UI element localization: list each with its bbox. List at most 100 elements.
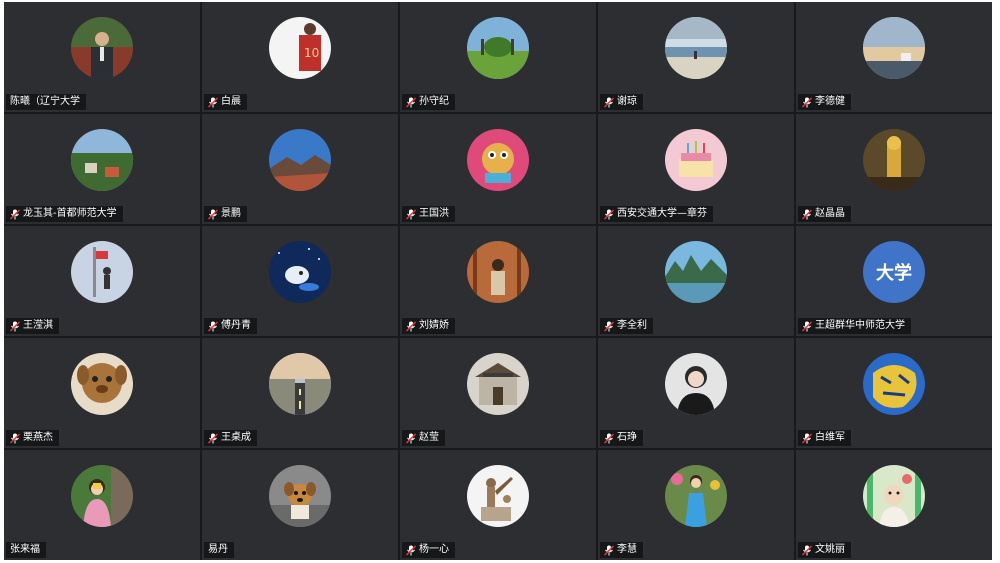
participant-tile[interactable]: 景鹏 [202, 114, 398, 224]
avatar [665, 17, 727, 79]
participant-tile[interactable]: 白维军 [796, 338, 992, 448]
participant-tile[interactable]: 孙守纪 [400, 2, 596, 112]
muted-mic-icon [10, 320, 20, 332]
participant-name-tag: 杨一心 [402, 542, 455, 558]
participant-tile[interactable]: 王国洪 [400, 114, 596, 224]
participant-name: 王滢淇 [23, 320, 53, 331]
participant-tile[interactable]: 文姚丽 [796, 450, 992, 560]
participant-name-tag: 景鹏 [204, 206, 247, 222]
participant-name-tag: 易丹 [204, 542, 234, 558]
muted-mic-icon [10, 432, 20, 444]
participant-name: 白维军 [815, 432, 845, 443]
muted-mic-icon [802, 96, 812, 108]
avatar [269, 241, 331, 303]
avatar [863, 465, 925, 527]
participant-gallery: 陈曦（辽宁大学 10 白晨 孙守纪 谢琼 李德健 龙玉其-首都师范大学 景鹏 王… [4, 2, 992, 560]
avatar [71, 353, 133, 415]
participant-name: 赵莹 [419, 432, 439, 443]
participant-tile[interactable]: 易丹 [202, 450, 398, 560]
participant-name-tag: 王超群华中师范大学 [798, 318, 911, 334]
participant-name: 谢琼 [617, 96, 637, 107]
avatar [467, 241, 529, 303]
participant-tile[interactable]: 王桌成 [202, 338, 398, 448]
avatar [269, 129, 331, 191]
participant-name-tag: 龙玉其-首都师范大学 [6, 206, 123, 222]
muted-mic-icon [10, 208, 20, 220]
muted-mic-icon [802, 320, 812, 332]
participant-name: 西安交通大学—章芬 [617, 208, 707, 219]
participant-name: 王国洪 [419, 208, 449, 219]
participant-name-tag: 傅丹青 [204, 318, 257, 334]
participant-name: 王桌成 [221, 432, 251, 443]
participant-name: 刘婧娇 [419, 320, 449, 331]
participant-name: 孙守纪 [419, 96, 449, 107]
participant-name: 杨一心 [419, 544, 449, 555]
participant-name-tag: 李德健 [798, 94, 851, 110]
participant-name-tag: 李慧 [600, 542, 643, 558]
participant-tile[interactable]: 傅丹青 [202, 226, 398, 336]
muted-mic-icon [802, 432, 812, 444]
participant-tile[interactable]: 大学 王超群华中师范大学 [796, 226, 992, 336]
avatar [467, 129, 529, 191]
participant-tile[interactable]: 龙玉其-首都师范大学 [4, 114, 200, 224]
participant-name-tag: 王国洪 [402, 206, 455, 222]
avatar [71, 17, 133, 79]
participant-tile[interactable]: 谢琼 [598, 2, 794, 112]
muted-mic-icon [208, 208, 218, 220]
avatar [467, 465, 529, 527]
participant-name-tag: 谢琼 [600, 94, 643, 110]
participant-name: 龙玉其-首都师范大学 [23, 208, 117, 219]
participant-name: 栗燕杰 [23, 432, 53, 443]
participant-name: 傅丹青 [221, 320, 251, 331]
participant-name-tag: 文姚丽 [798, 542, 851, 558]
muted-mic-icon [604, 96, 614, 108]
text-avatar: 大学 [863, 241, 925, 303]
participant-tile[interactable]: 赵晶晶 [796, 114, 992, 224]
muted-mic-icon [406, 208, 416, 220]
participant-tile[interactable]: 杨一心 [400, 450, 596, 560]
muted-mic-icon [604, 320, 614, 332]
participant-name-tag: 白晨 [204, 94, 247, 110]
participant-tile[interactable]: 赵莹 [400, 338, 596, 448]
muted-mic-icon [208, 432, 218, 444]
avatar [71, 129, 133, 191]
avatar [665, 241, 727, 303]
participant-tile[interactable]: 李德健 [796, 2, 992, 112]
participant-tile[interactable]: 栗燕杰 [4, 338, 200, 448]
participant-name: 石琤 [617, 432, 637, 443]
participant-tile[interactable]: 李全利 [598, 226, 794, 336]
avatar [467, 17, 529, 79]
participant-name-tag: 石琤 [600, 430, 643, 446]
participant-name: 张来福 [10, 544, 40, 555]
participant-tile[interactable]: 西安交通大学—章芬 [598, 114, 794, 224]
participant-name: 王超群华中师范大学 [815, 320, 905, 331]
participant-name: 文姚丽 [815, 544, 845, 555]
muted-mic-icon [406, 96, 416, 108]
avatar: 大学 [863, 241, 925, 303]
participant-name: 李德健 [815, 96, 845, 107]
participant-name: 李全利 [617, 320, 647, 331]
participant-tile[interactable]: 刘婧娇 [400, 226, 596, 336]
muted-mic-icon [406, 432, 416, 444]
avatar: 10 [269, 17, 331, 79]
participant-tile[interactable]: 王滢淇 [4, 226, 200, 336]
participant-tile[interactable]: 李慧 [598, 450, 794, 560]
avatar [467, 353, 529, 415]
participant-name: 易丹 [208, 544, 228, 555]
participant-name-tag: 白维军 [798, 430, 851, 446]
participant-name-tag: 刘婧娇 [402, 318, 455, 334]
participant-name-tag: 赵晶晶 [798, 206, 851, 222]
avatar [863, 129, 925, 191]
avatar [71, 241, 133, 303]
participant-tile[interactable]: 张来福 [4, 450, 200, 560]
participant-name: 景鹏 [221, 208, 241, 219]
participant-tile[interactable]: 陈曦（辽宁大学 [4, 2, 200, 112]
muted-mic-icon [802, 208, 812, 220]
participant-name-tag: 西安交通大学—章芬 [600, 206, 713, 222]
avatar [863, 17, 925, 79]
participant-tile[interactable]: 石琤 [598, 338, 794, 448]
participant-name-tag: 陈曦（辽宁大学 [6, 94, 86, 110]
participant-tile[interactable]: 10 白晨 [202, 2, 398, 112]
avatar [665, 129, 727, 191]
muted-mic-icon [604, 544, 614, 556]
